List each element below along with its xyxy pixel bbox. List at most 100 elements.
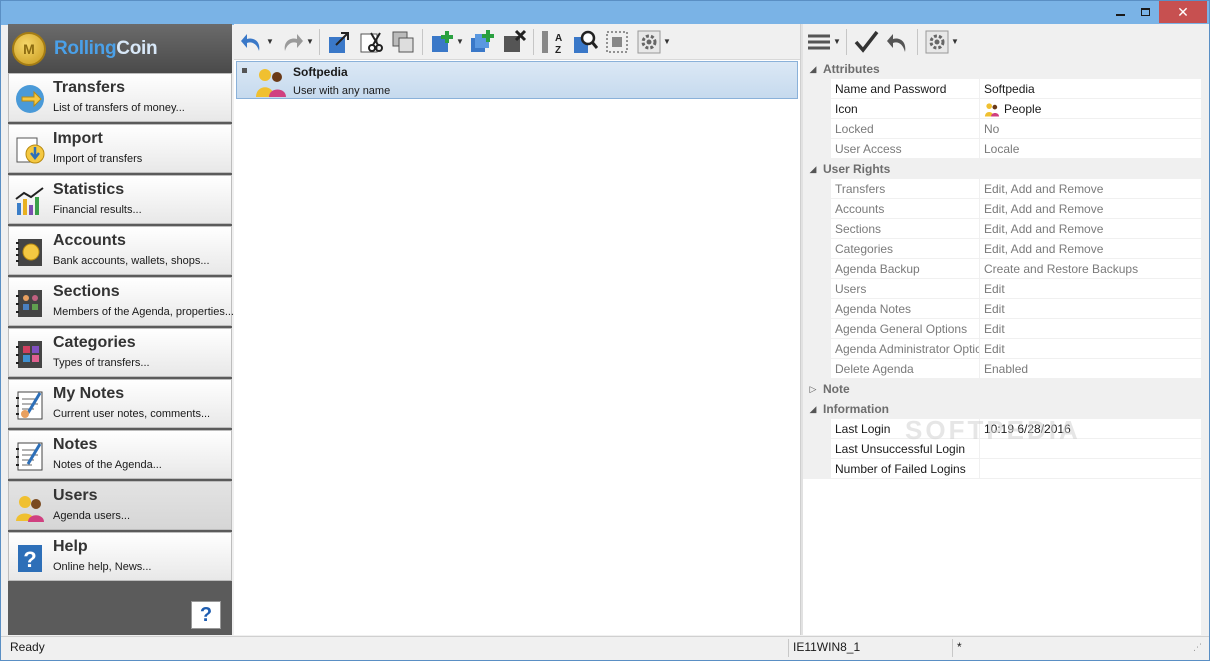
properties-settings-button[interactable] — [923, 28, 951, 56]
sidebar-item-subtitle: Current user notes, comments... — [53, 408, 211, 420]
property-value[interactable] — [980, 459, 1201, 479]
properties-settings-dropdown-icon[interactable]: ▼ — [951, 28, 959, 56]
property-row[interactable]: Number of Failed Logins — [803, 459, 1201, 479]
redo-dropdown-icon[interactable]: ▼ — [306, 28, 314, 56]
undo-button[interactable] — [238, 28, 266, 56]
property-value[interactable] — [980, 439, 1201, 459]
search-button[interactable] — [571, 28, 599, 56]
sidebar-item-statistics[interactable]: Statistics Financial results... — [8, 175, 232, 224]
property-value[interactable]: Edit — [980, 319, 1201, 339]
property-value[interactable]: Edit — [980, 339, 1201, 359]
property-name: Agenda Backup — [831, 259, 979, 279]
property-value[interactable]: Edit — [980, 299, 1201, 319]
redo-button[interactable] — [278, 28, 306, 56]
view-dropdown-icon[interactable]: ▼ — [833, 28, 841, 56]
property-value[interactable]: Edit, Add and Remove — [980, 239, 1201, 259]
property-value[interactable]: Edit — [980, 279, 1201, 299]
property-row[interactable]: User Access Locale — [803, 139, 1201, 159]
svg-text:Z: Z — [555, 45, 561, 55]
status-computer: IE11WIN8_1 — [793, 640, 861, 654]
sidebar-item-help[interactable]: ? Help Online help, News... — [8, 532, 232, 581]
delete-button[interactable] — [500, 28, 528, 56]
users-icon — [13, 490, 47, 524]
property-name: Accounts — [831, 199, 979, 219]
add-dropdown-icon[interactable]: ▼ — [456, 28, 464, 56]
property-value[interactable]: Edit, Add and Remove — [980, 199, 1201, 219]
toolbar-separator — [533, 28, 534, 55]
minimize-button[interactable] — [1107, 1, 1133, 23]
property-value[interactable]: 10:19 6/28/2016 — [980, 419, 1201, 439]
category-information[interactable]: ◢ Information — [803, 399, 1201, 419]
sidebar-item-import[interactable]: Import Import of transfers — [8, 124, 232, 173]
collapse-icon[interactable]: ◢ — [803, 64, 823, 75]
row-marker — [242, 68, 247, 73]
property-row[interactable]: Transfers Edit, Add and Remove — [803, 179, 1201, 199]
property-row[interactable]: Last Unsuccessful Login — [803, 439, 1201, 459]
revert-button[interactable] — [884, 28, 912, 56]
collapse-icon[interactable]: ◢ — [803, 404, 823, 415]
property-value[interactable]: Enabled — [980, 359, 1201, 379]
close-button[interactable]: ✕ — [1159, 1, 1207, 23]
sidebar-item-sections[interactable]: Sections Members of the Agenda, propertie… — [8, 277, 234, 326]
property-row[interactable]: Users Edit — [803, 279, 1201, 299]
property-row[interactable]: Locked No — [803, 119, 1201, 139]
move-button[interactable] — [389, 28, 417, 56]
property-value[interactable]: Edit, Add and Remove — [980, 179, 1201, 199]
sidebar-item-users[interactable]: Users Agenda users... — [8, 481, 232, 530]
question-icon: ? — [199, 603, 213, 626]
maximize-button[interactable] — [1133, 1, 1157, 23]
undo-dropdown-icon[interactable]: ▼ — [266, 28, 274, 56]
property-value[interactable]: No — [980, 119, 1201, 139]
sort-button[interactable]: AZ — [539, 28, 567, 56]
list-item[interactable]: Softpedia User with any name — [236, 61, 798, 99]
property-row[interactable]: Categories Edit, Add and Remove — [803, 239, 1201, 259]
sidebar-item-my-notes[interactable]: My Notes Current user notes, comments... — [8, 379, 232, 428]
help-button[interactable]: ? — [191, 601, 221, 629]
property-row[interactable]: Delete Agenda Enabled — [803, 359, 1201, 379]
filter-button[interactable] — [603, 28, 631, 56]
category-user-rights[interactable]: ◢ User Rights — [803, 159, 1201, 179]
resize-grip-icon[interactable]: ⋰ — [1193, 642, 1202, 653]
property-grid-scrollbar[interactable] — [1201, 59, 1209, 635]
sidebar-item-transfers[interactable]: Transfers List of transfers of money... — [8, 73, 232, 122]
sidebar-item-accounts[interactable]: Accounts Bank accounts, wallets, shops... — [8, 226, 232, 275]
property-value[interactable]: Edit, Add and Remove — [980, 219, 1201, 239]
property-row[interactable]: Last Login 10:19 6/28/2016 — [803, 419, 1201, 439]
property-value[interactable]: Locale — [980, 139, 1201, 159]
add-icon — [432, 30, 453, 52]
category-note[interactable]: ▷ Note — [803, 379, 1201, 399]
accounts-icon — [13, 235, 47, 269]
add-button[interactable] — [428, 28, 456, 56]
apply-button[interactable] — [852, 28, 880, 56]
collapse-icon[interactable]: ◢ — [803, 164, 823, 175]
property-row[interactable]: Icon People — [803, 99, 1201, 119]
property-name: Last Login — [831, 419, 979, 439]
property-value[interactable]: People — [980, 99, 1201, 119]
menu-icon — [808, 34, 830, 49]
property-value[interactable]: Softpedia — [980, 79, 1201, 99]
statistics-icon — [13, 184, 47, 218]
cut-button[interactable] — [357, 28, 385, 56]
sidebar-item-notes[interactable]: Notes Notes of the Agenda... — [8, 430, 232, 479]
property-row[interactable]: Agenda Backup Create and Restore Backups — [803, 259, 1201, 279]
property-name: Transfers — [831, 179, 979, 199]
property-value[interactable]: Create and Restore Backups — [980, 259, 1201, 279]
view-menu-button[interactable] — [805, 28, 833, 56]
property-row[interactable]: Name and Password Softpedia — [803, 79, 1201, 99]
property-row[interactable]: Agenda Notes Edit — [803, 299, 1201, 319]
sidebar-item-categories[interactable]: Categories Types of transfers... — [8, 328, 232, 377]
settings-dropdown-icon[interactable]: ▼ — [663, 28, 671, 56]
property-row[interactable]: Agenda Administrator Options Edit — [803, 339, 1201, 359]
category-attributes[interactable]: ◢ Attributes — [803, 59, 1201, 79]
property-name: User Access — [831, 139, 979, 159]
export-button[interactable] — [325, 28, 353, 56]
list-toolbar: ▼ ▼ ▼ AZ ▼ — [234, 24, 800, 59]
category-label: Information — [823, 402, 889, 416]
duplicate-button[interactable] — [468, 28, 496, 56]
property-row[interactable]: Accounts Edit, Add and Remove — [803, 199, 1201, 219]
settings-button[interactable] — [635, 28, 663, 56]
property-row[interactable]: Sections Edit, Add and Remove — [803, 219, 1201, 239]
sidebar-item-title: Accounts — [53, 232, 126, 249]
expand-icon[interactable]: ▷ — [803, 384, 823, 395]
property-row[interactable]: Agenda General Options Edit — [803, 319, 1201, 339]
